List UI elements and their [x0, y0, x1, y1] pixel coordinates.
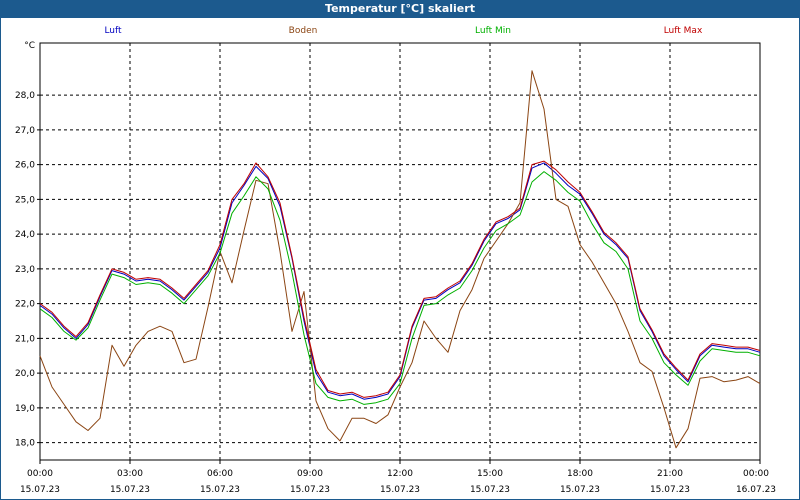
legend: Luft Boden Luft Min Luft Max: [104, 26, 703, 36]
x-tick-date: 15.07.23: [560, 485, 600, 495]
legend-item-luft-max: Luft Max: [664, 26, 703, 36]
y-axis-unit: °C: [24, 41, 35, 51]
x-tick-time: 06:00: [207, 469, 233, 479]
legend-item-boden: Boden: [289, 26, 318, 36]
x-tick-date: 15.07.23: [290, 485, 330, 495]
x-tick-date: 15.07.23: [20, 485, 60, 495]
y-tick-label: 22,0: [15, 300, 35, 310]
legend-item-luft: Luft: [104, 26, 122, 36]
y-tick-label: 21,0: [15, 334, 35, 344]
x-tick-time: 03:00: [117, 469, 143, 479]
x-tick-time: 00:00: [27, 469, 53, 479]
y-axis: 18,0 19,0 20,0 21,0 22,0 23,0 24,0 25,0 26,0 27,0…: [15, 41, 40, 449]
x-tick-date: 15.07.23: [110, 485, 150, 495]
y-tick-label: 26,0: [15, 161, 35, 171]
x-tick-time: 00:00: [743, 469, 769, 479]
x-axis: 00:00 15.07.23 03:00 15.07.23 06:00 15.07.23 0…: [20, 460, 776, 495]
y-tick-label: 28,0: [15, 91, 35, 101]
x-tick-time: 09:00: [297, 469, 323, 479]
x-tick-time: 12:00: [387, 469, 413, 479]
temperature-chart: 18,0 19,0 20,0 21,0 22,0 23,0 24,0 25,0 26,0 27,0…: [15, 26, 776, 495]
x-tick-time: 18:00: [567, 469, 593, 479]
x-tick-date: 15.07.23: [200, 485, 240, 495]
x-tick-date: 16.07.23: [736, 485, 776, 495]
x-tick-date: 15.07.23: [470, 485, 510, 495]
y-tick-label: 20,0: [15, 369, 35, 379]
x-tick-time: 15:00: [477, 469, 503, 479]
y-tick-label: 24,0: [15, 230, 35, 240]
y-tick-label: 23,0: [15, 265, 35, 275]
legend-item-luft-min: Luft Min: [475, 26, 511, 36]
x-tick-date: 15.07.23: [650, 485, 690, 495]
y-tick-label: 19,0: [15, 404, 35, 414]
y-tick-label: 25,0: [15, 195, 35, 205]
x-tick-date: 15.07.23: [380, 485, 420, 495]
x-tick-time: 21:00: [657, 469, 683, 479]
y-tick-label: 27,0: [15, 126, 35, 136]
y-tick-label: 18,0: [15, 439, 35, 449]
